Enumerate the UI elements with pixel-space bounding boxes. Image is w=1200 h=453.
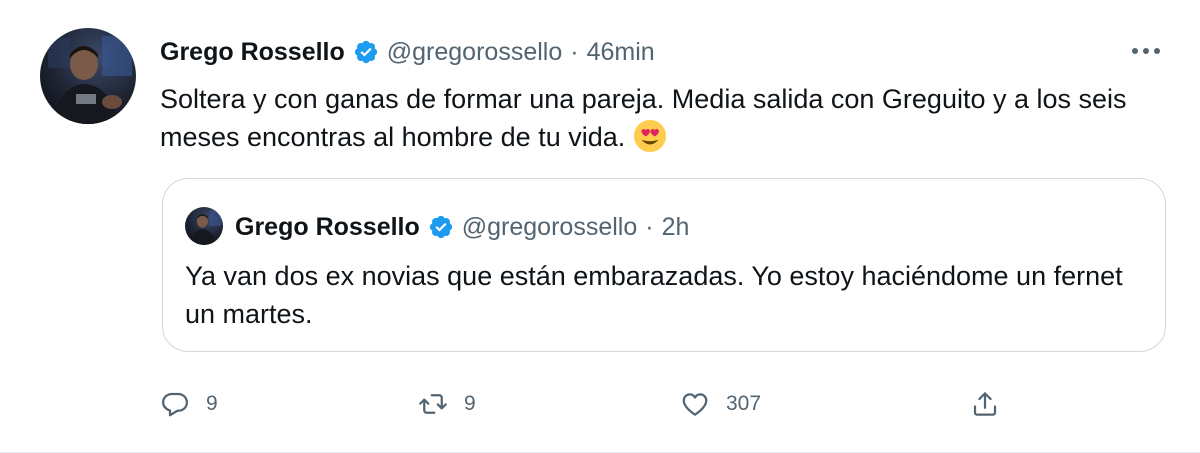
quoted-separator-dot: · [645,212,654,241]
timestamp[interactable]: 46min [587,38,655,67]
quoted-verified-badge-icon [428,214,454,240]
tweet-text: Soltera y con ganas de formar una pareja… [160,80,1160,156]
heart-icon [682,393,708,416]
reply-icon [162,392,188,417]
tweet-header: Grego Rossello @gregorossello · 46min [160,32,655,72]
quoted-author-handle: @gregorossello [461,212,638,241]
share-icon [973,392,997,416]
avatar[interactable] [40,28,136,124]
avatar-image [48,36,132,124]
tweet-card[interactable]: Grego Rossello @gregorossello · 46min So… [0,0,1200,453]
reply-button[interactable]: 9 [160,386,218,422]
like-count: 307 [726,392,762,415]
quoted-author-name: Grego Rossello [235,212,420,241]
action-bar: 9 9 307 [160,386,1020,422]
verified-badge-icon [353,39,379,65]
quoted-avatar-image [190,210,222,245]
author-handle[interactable]: @gregorossello [387,38,562,67]
like-button[interactable]: 307 [680,386,761,422]
author-name[interactable]: Grego Rossello [160,38,345,67]
retweet-button[interactable]: 9 [418,386,476,422]
heart-eyes-emoji-icon [633,119,667,153]
quoted-timestamp: 2h [661,212,690,241]
quoted-text: Ya van dos ex novias que están embarazad… [185,261,1123,329]
quoted-avatar[interactable] [185,207,223,245]
more-horizontal-icon [1132,48,1160,54]
share-button[interactable] [970,386,1000,422]
quoted-tweet[interactable]: Grego Rossello @gregorossello · 2h Ya va… [162,178,1166,352]
reply-count: 9 [206,392,218,415]
retweet-count: 9 [464,392,476,415]
retweet-icon [419,394,447,414]
quoted-header: Grego Rossello @gregorossello · 2h [235,207,689,247]
separator-dot: · [570,37,579,66]
more-options-button[interactable] [1126,36,1166,66]
